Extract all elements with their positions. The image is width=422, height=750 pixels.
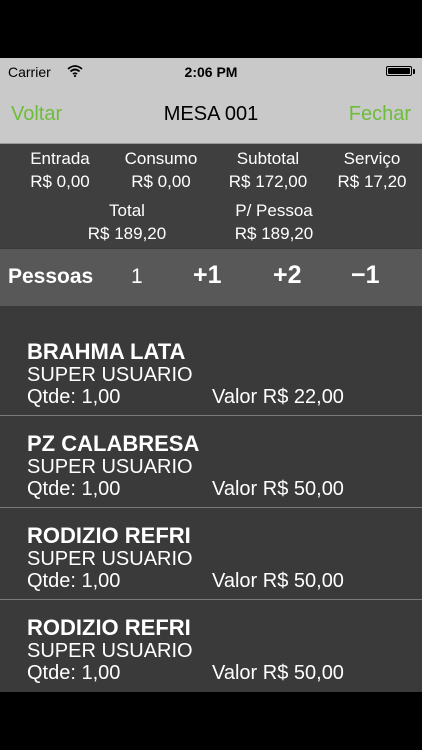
summary-servico: Serviço R$ 17,20 xyxy=(330,149,414,192)
summary-entrada: Entrada R$ 0,00 xyxy=(20,149,100,192)
item-quantity: Qtde: 1,00 xyxy=(27,662,121,684)
por-pessoa-value: R$ 189,20 xyxy=(234,224,314,243)
consumo-label: Consumo xyxy=(124,149,198,168)
servico-label: Serviço xyxy=(343,149,401,168)
clock: 2:06 PM xyxy=(184,64,238,80)
list-item[interactable]: RODIZIO REFRI SUPER USUARIO Qtde: 1,00 Valo… xyxy=(0,600,422,692)
add-one-person-button[interactable]: +1 xyxy=(193,261,222,290)
total-value: R$ 189,20 xyxy=(87,224,167,243)
summary-consumo: Consumo R$ 0,00 xyxy=(115,149,207,192)
people-bar: Pessoas 1 +1 +2 −1 xyxy=(0,249,422,306)
item-user: SUPER USUARIO xyxy=(27,364,193,386)
list-item[interactable]: PZ CALABRESA SUPER USUARIO Qtde: 1,00 Valor… xyxy=(0,416,422,508)
por-pessoa-label: P/ Pessoa xyxy=(235,201,313,220)
summary-total: Total R$ 189,20 xyxy=(80,201,174,244)
item-name: RODIZIO REFRI xyxy=(27,615,191,640)
item-name: RODIZIO REFRI xyxy=(27,523,191,548)
status-bar: Carrier 2:06 PM xyxy=(0,58,422,86)
item-quantity: Qtde: 1,00 xyxy=(27,386,121,408)
entrada-label: Entrada xyxy=(30,149,90,168)
bottom-bar xyxy=(0,692,422,750)
items-list: BRAHMA LATA SUPER USUARIO Qtde: 1,00 Valor … xyxy=(0,306,422,692)
item-name: BRAHMA LATA xyxy=(27,339,186,364)
people-label: Pessoas xyxy=(8,265,94,288)
item-value: Valor R$ 50,00 xyxy=(212,478,344,500)
item-name: PZ CALABRESA xyxy=(27,431,200,456)
item-quantity: Qtde: 1,00 xyxy=(27,570,121,592)
item-value: Valor R$ 22,00 xyxy=(212,386,344,408)
servico-value: R$ 17,20 xyxy=(337,172,407,191)
item-value: Valor R$ 50,00 xyxy=(212,570,344,592)
entrada-value: R$ 0,00 xyxy=(30,172,90,191)
consumo-value: R$ 0,00 xyxy=(131,172,191,191)
close-table-button[interactable]: Fechar xyxy=(349,103,411,126)
item-user: SUPER USUARIO xyxy=(27,456,193,478)
summary-subtotal: Subtotal R$ 172,00 xyxy=(222,149,314,192)
item-quantity: Qtde: 1,00 xyxy=(27,478,121,500)
total-label: Total xyxy=(109,201,145,220)
subtotal-value: R$ 172,00 xyxy=(228,172,308,191)
summary-panel: Entrada R$ 0,00 Consumo R$ 0,00 Subtotal… xyxy=(0,144,422,248)
list-item[interactable]: BRAHMA LATA SUPER USUARIO Qtde: 1,00 Valor … xyxy=(0,306,422,416)
people-count: 1 xyxy=(131,265,143,288)
remove-one-person-button[interactable]: −1 xyxy=(351,261,380,290)
summary-por-pessoa: P/ Pessoa R$ 189,20 xyxy=(224,201,324,244)
list-item[interactable]: RODIZIO REFRI SUPER USUARIO Qtde: 1,00 Valo… xyxy=(0,508,422,600)
battery-icon xyxy=(386,66,415,76)
subtotal-label: Subtotal xyxy=(236,149,300,168)
item-user: SUPER USUARIO xyxy=(27,548,193,570)
item-user: SUPER USUARIO xyxy=(27,640,193,662)
nav-bar: Voltar MESA 001 Fechar xyxy=(0,86,422,144)
add-two-people-button[interactable]: +2 xyxy=(273,261,302,290)
item-value: Valor R$ 50,00 xyxy=(212,662,344,684)
